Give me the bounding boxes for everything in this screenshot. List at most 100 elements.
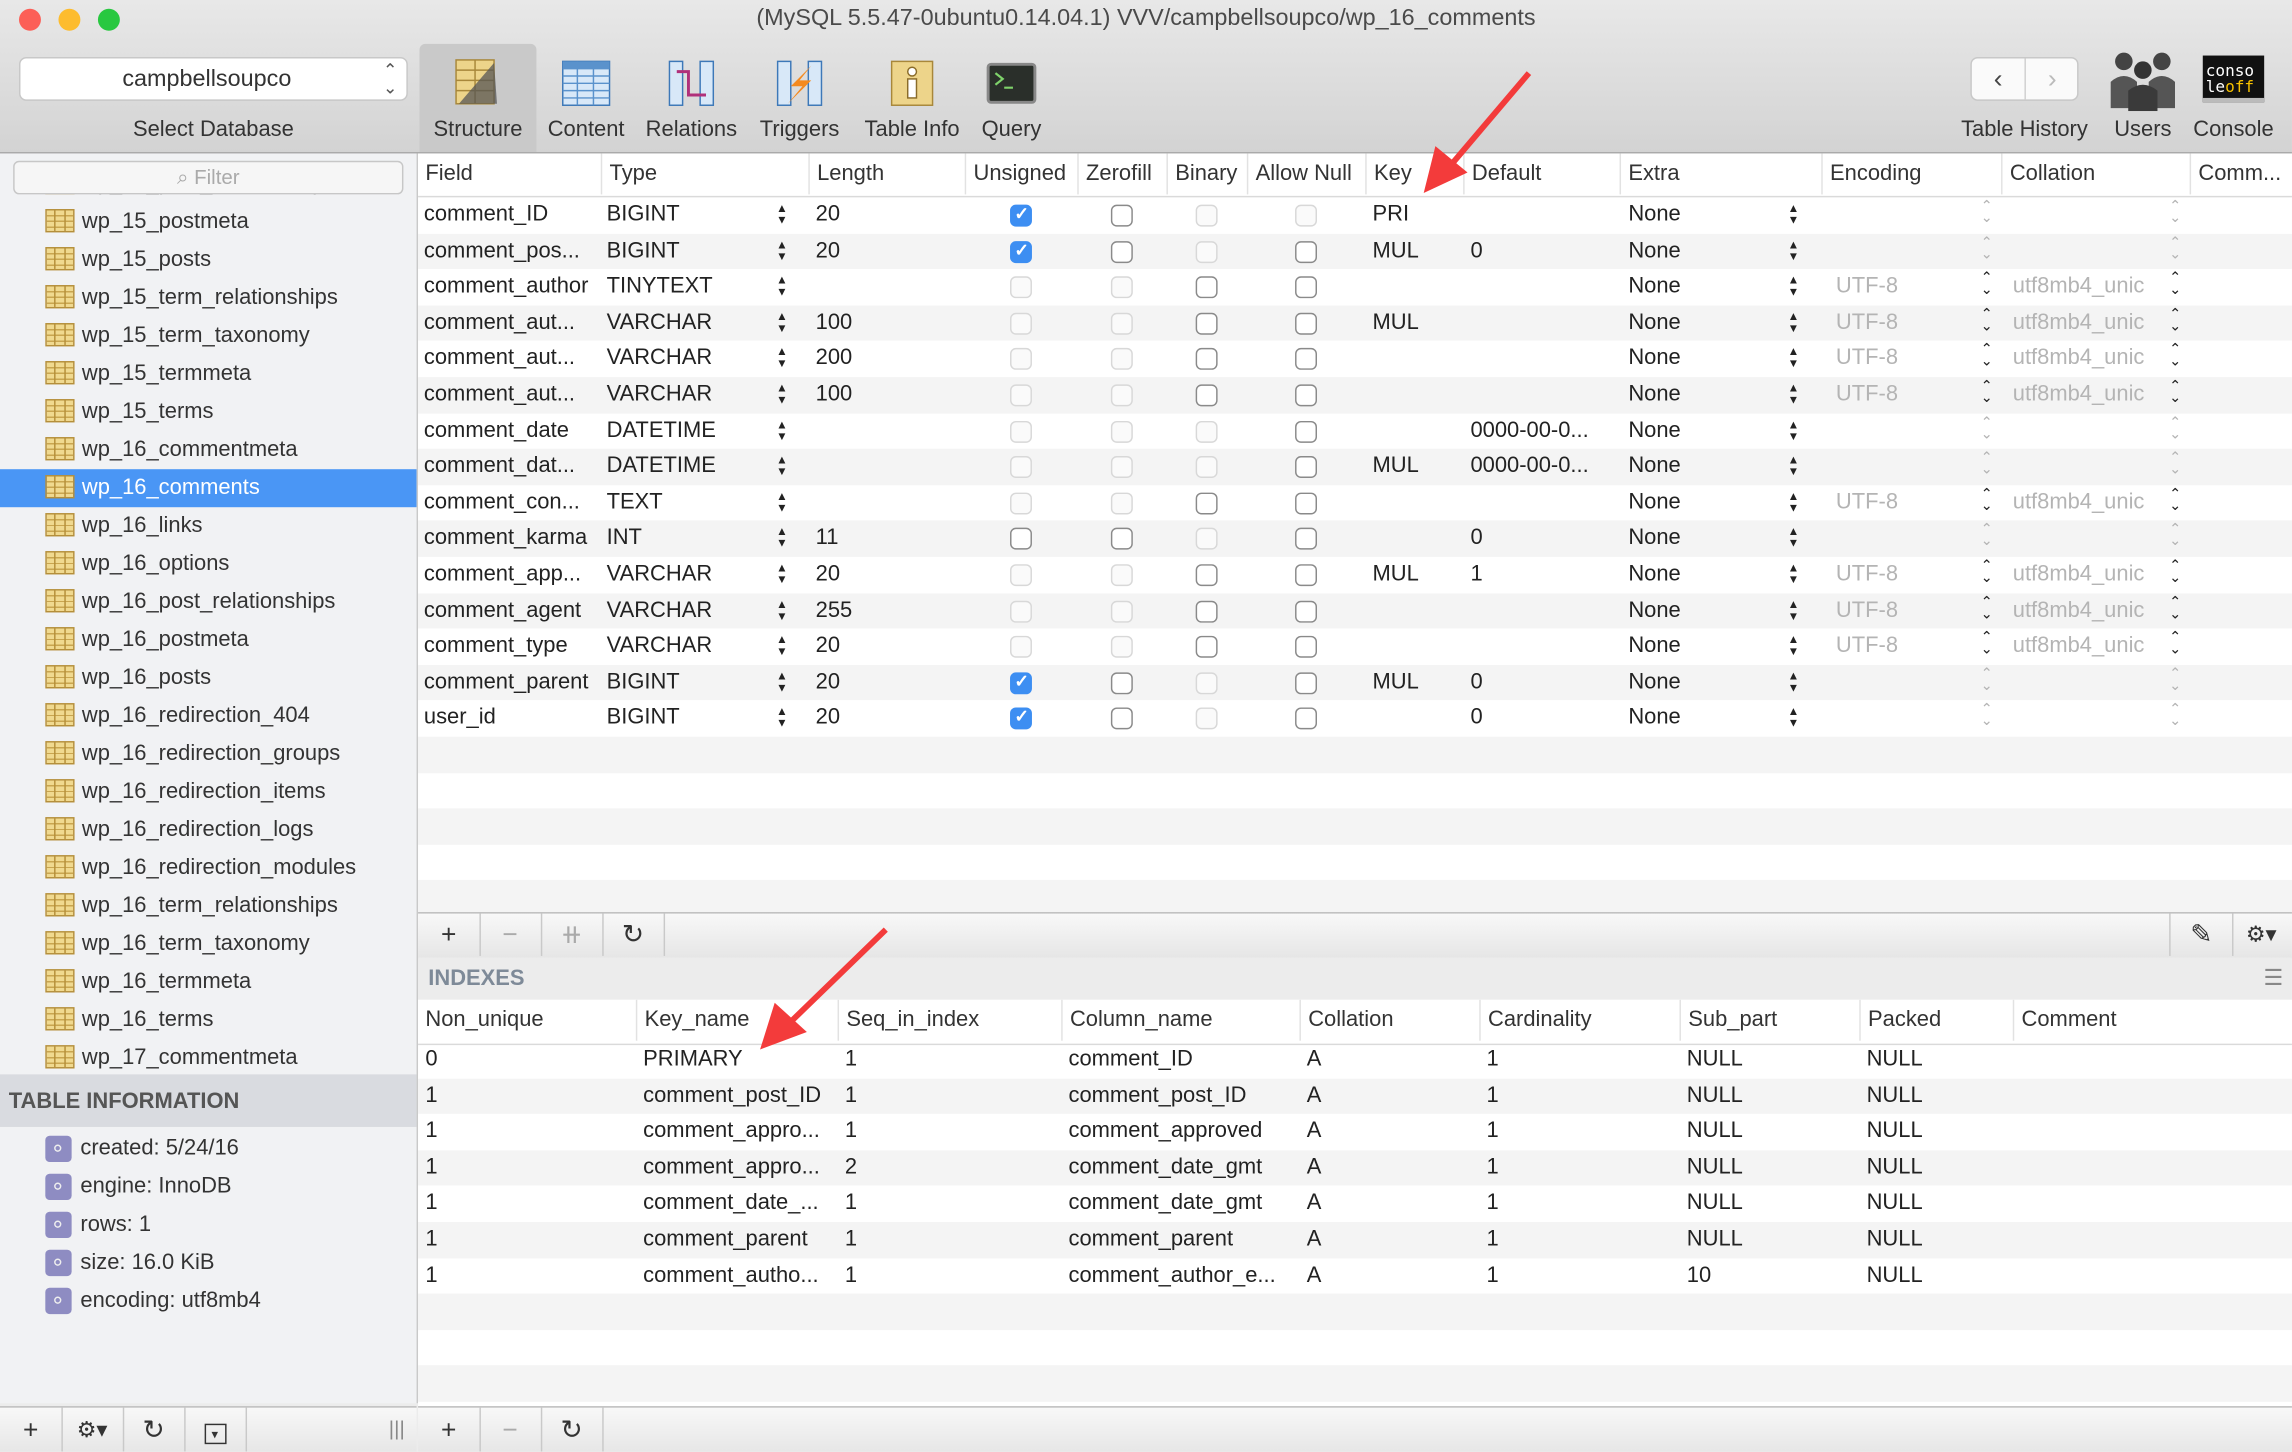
encoding-cell[interactable]: UTF-8 <box>1836 633 1898 658</box>
field-name-cell[interactable]: comment_author <box>424 274 589 299</box>
allow-null-checkbox[interactable] <box>1295 492 1317 515</box>
unsigned-checkbox[interactable] <box>1010 420 1032 443</box>
type-stepper-icon[interactable]: ▲ ▼ <box>776 598 788 622</box>
type-stepper-icon[interactable]: ▲ ▼ <box>776 562 788 586</box>
zerofill-checkbox[interactable] <box>1110 240 1133 263</box>
column-header-encoding[interactable]: Encoding <box>1821 153 2001 195</box>
extra-stepper-icon[interactable]: ▲ ▼ <box>1788 490 1800 514</box>
field-name-cell[interactable]: comment_ID <box>424 202 548 227</box>
sidebar-table-item[interactable]: wp_16_commentmeta <box>0 431 417 469</box>
zerofill-checkbox[interactable] <box>1110 528 1133 551</box>
binary-checkbox[interactable] <box>1195 600 1218 623</box>
tab-structure[interactable]: Structure <box>419 43 537 153</box>
collation-select-icon[interactable]: ⌃ ⌄ <box>2169 415 2181 441</box>
encoding-select-icon[interactable]: ⌃ ⌄ <box>1981 307 1993 333</box>
field-name-cell[interactable]: comment_dat... <box>424 453 575 478</box>
structure-row[interactable]: comment_parent BIGINT ▲▼ 20 MUL 0 None ▲▼ ⌃⌄ ⌃⌄ <box>418 664 2292 701</box>
index-column-header-comment[interactable]: Comment <box>2012 999 2292 1041</box>
extra-stepper-icon[interactable]: ▲ ▼ <box>1788 310 1800 334</box>
collation-cell[interactable]: utf8mb4_unic <box>2013 489 2145 514</box>
default-cell[interactable]: 0000-00-0... <box>1470 453 1588 478</box>
field-name-cell[interactable]: comment_aut... <box>424 310 575 335</box>
add-field-button[interactable]: + <box>418 913 481 956</box>
duplicate-field-button[interactable]: ⧺ <box>541 913 604 956</box>
sidebar-table-item[interactable]: wp_16_comments <box>0 469 417 508</box>
unsigned-checkbox[interactable] <box>1010 312 1032 335</box>
binary-checkbox[interactable] <box>1195 312 1218 335</box>
sidebar-table-item[interactable]: wp_16_term_taxonomy <box>0 925 417 963</box>
allow-null-checkbox[interactable] <box>1295 420 1317 443</box>
field-name-cell[interactable]: comment_app... <box>424 561 581 586</box>
collation-cell[interactable]: utf8mb4_unic <box>2013 310 2145 335</box>
index-row[interactable]: 1 comment_appro... 1 comment_approved A 1 NULL… <box>418 1114 2292 1150</box>
collation-select-icon[interactable]: ⌃ ⌄ <box>2169 235 2181 261</box>
length-cell[interactable]: 20 <box>816 633 840 658</box>
structure-row[interactable]: comment_app... VARCHAR ▲ ▼ 20 MUL 1 None ▲ ▼ UTF-8… <box>418 557 2292 593</box>
sidebar-table-item[interactable]: wp_15_term_relationships <box>0 279 417 317</box>
sidebar-table-item[interactable]: wp_16_termmeta <box>0 963 417 1001</box>
field-name-cell[interactable]: comment_aut... <box>424 382 575 407</box>
encoding-select-icon[interactable]: ⌃ ⌄ <box>1981 523 1993 549</box>
allow-null-checkbox[interactable] <box>1295 600 1317 623</box>
allow-null-checkbox[interactable] <box>1295 240 1317 263</box>
extra-cell[interactable]: None <box>1628 561 1680 586</box>
structure-actions-button[interactable]: ⚙▾ <box>2231 914 2292 956</box>
extra-stepper-icon[interactable]: ▲ ▼ <box>1788 382 1800 406</box>
sidebar-table-item[interactable]: wp_16_post_relationships <box>0 583 417 621</box>
allow-null-checkbox[interactable] <box>1295 528 1317 551</box>
type-cell[interactable]: VARCHAR <box>607 382 713 407</box>
zerofill-checkbox[interactable] <box>1110 312 1133 335</box>
binary-checkbox[interactable] <box>1195 456 1218 479</box>
binary-checkbox[interactable] <box>1195 492 1218 515</box>
column-header-unsigned[interactable]: Unsigned <box>964 153 1078 195</box>
default-cell[interactable]: 0000-00-0... <box>1470 417 1588 442</box>
key-cell[interactable]: PRI <box>1373 202 1410 227</box>
type-stepper-icon[interactable]: ▲ ▼ <box>776 706 788 730</box>
length-cell[interactable]: 11 <box>816 525 839 550</box>
key-cell[interactable]: MUL <box>1373 238 1419 263</box>
extra-cell[interactable]: None <box>1628 382 1680 407</box>
extra-cell[interactable]: None <box>1628 238 1680 263</box>
type-cell[interactable]: BIGINT <box>607 705 680 730</box>
type-cell[interactable]: VARCHAR <box>607 310 713 335</box>
encoding-select-icon[interactable]: ⌃ ⌄ <box>1981 379 1993 405</box>
sidebar-table-item[interactable]: wp_16_postmeta <box>0 621 417 659</box>
unsigned-checkbox[interactable] <box>1010 456 1032 479</box>
collation-cell[interactable]: utf8mb4_unic <box>2013 346 2145 371</box>
encoding-select-icon[interactable]: ⌃ ⌄ <box>1981 271 1993 297</box>
type-stepper-icon[interactable]: ▲ ▼ <box>776 274 788 298</box>
extra-stepper-icon[interactable]: ▲ ▼ <box>1788 526 1800 550</box>
column-header-type[interactable]: Type <box>600 153 809 195</box>
sidebar-table-item[interactable]: wp_16_redirection_404 <box>0 697 417 735</box>
extra-cell[interactable]: None <box>1628 705 1680 730</box>
collation-select-icon[interactable]: ⌃ ⌄ <box>2169 487 2181 513</box>
type-stepper-icon[interactable]: ▲ ▼ <box>776 418 788 442</box>
index-row[interactable]: 1 comment_appro... 2 comment_date_gmt A 1 NULL… <box>418 1150 2292 1187</box>
encoding-select-icon[interactable]: ⌃ ⌄ <box>1981 703 1993 729</box>
extra-cell[interactable]: None <box>1628 489 1680 514</box>
database-select[interactable]: campbellsoupco ⌃ ⌄ <box>19 57 408 101</box>
zerofill-checkbox[interactable] <box>1110 492 1133 515</box>
sidebar-table-item[interactable]: wp_16_terms <box>0 1001 417 1039</box>
allow-null-checkbox[interactable] <box>1295 348 1317 371</box>
type-stepper-icon[interactable]: ▲ ▼ <box>776 454 788 478</box>
key-cell[interactable]: MUL <box>1373 669 1419 694</box>
unsigned-checkbox[interactable] <box>1010 636 1032 659</box>
extra-stepper-icon[interactable]: ▲ ▼ <box>1788 346 1800 370</box>
default-cell[interactable]: 0 <box>1470 705 1482 730</box>
binary-checkbox[interactable] <box>1195 420 1218 443</box>
unsigned-checkbox[interactable] <box>1010 348 1032 371</box>
binary-checkbox[interactable] <box>1195 528 1218 551</box>
collation-select-icon[interactable]: ⌃ ⌄ <box>2169 667 2181 693</box>
extra-cell[interactable]: None <box>1628 346 1680 371</box>
zerofill-checkbox[interactable] <box>1110 384 1133 407</box>
extra-cell[interactable]: None <box>1628 274 1680 299</box>
extra-cell[interactable]: None <box>1628 417 1680 442</box>
structure-row[interactable]: comment_con... TEXT ▲ ▼ None ▲ ▼ UTF-8 ⌃ ⌄ utf8mb4… <box>418 485 2292 521</box>
encoding-cell[interactable]: UTF-8 <box>1836 310 1898 335</box>
menu-icon[interactable]: ☰ <box>2264 965 2284 991</box>
column-header-length[interactable]: Length <box>808 153 964 195</box>
allow-null-checkbox[interactable] <box>1295 204 1317 227</box>
allow-null-checkbox[interactable] <box>1295 636 1317 659</box>
sidebar-table-item[interactable]: wp_15_terms <box>0 393 417 431</box>
